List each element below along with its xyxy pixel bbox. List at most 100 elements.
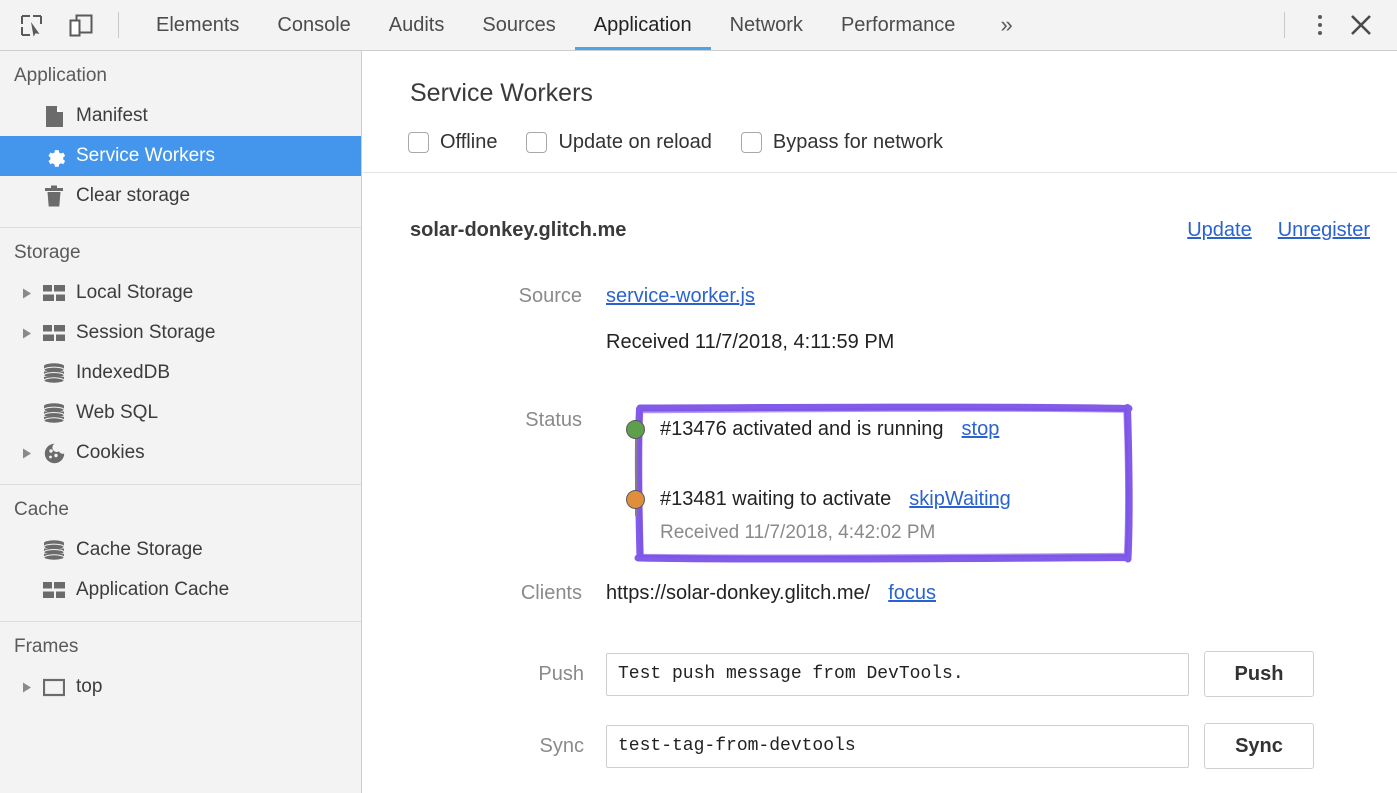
sidebar-item-local-storage[interactable]: Local Storage: [0, 273, 361, 313]
expand-arrow-icon[interactable]: [22, 448, 40, 459]
device-toolbar-icon[interactable]: [62, 6, 100, 44]
status-text-active: #13476 activated and is running: [660, 418, 944, 441]
option-label: Bypass for network: [773, 131, 943, 154]
tab-console[interactable]: Console: [258, 0, 369, 50]
sidebar-section-title-cache: Cache: [0, 485, 361, 530]
sidebar-item-manifest[interactable]: Manifest: [0, 96, 361, 136]
tab-network[interactable]: Network: [711, 0, 822, 50]
status-spacer: [626, 442, 1096, 486]
status-version-list: #13476 activated and is running stop #13…: [606, 402, 1096, 544]
sync-button[interactable]: Sync: [1204, 723, 1314, 769]
sidebar-item-label: Session Storage: [76, 322, 215, 344]
status-received-timestamp: Received 11/7/2018, 4:42:02 PM: [660, 522, 1096, 544]
source-file-link[interactable]: service-worker.js: [606, 285, 755, 308]
database-icon: [40, 363, 68, 384]
push-row: Push Push: [410, 651, 1314, 697]
table-icon: [40, 284, 68, 303]
sidebar-item-label: Manifest: [76, 105, 148, 127]
sidebar-item-label: Cache Storage: [76, 539, 203, 561]
tab-sources[interactable]: Sources: [463, 0, 574, 50]
sidebar-item-web-sql[interactable]: Web SQL: [0, 393, 361, 433]
toolbar-divider-left: [118, 12, 119, 38]
table-icon: [40, 324, 68, 343]
status-dot-waiting: [626, 490, 645, 509]
sidebar-item-label: IndexedDB: [76, 362, 170, 384]
trash-icon: [40, 185, 68, 208]
tab-elements[interactable]: Elements: [137, 0, 258, 50]
database-icon: [40, 540, 68, 561]
focus-link[interactable]: focus: [888, 582, 936, 605]
sidebar-item-top-frame[interactable]: top: [0, 667, 361, 707]
sidebar-item-label: Application Cache: [76, 579, 229, 601]
sidebar-item-label: Cookies: [76, 442, 145, 464]
sidebar-section-frames: Frames top: [0, 622, 361, 718]
source-row: Source service-worker.js: [410, 285, 755, 308]
source-received-timestamp: Received 11/7/2018, 4:11:59 PM: [606, 331, 894, 354]
sidebar-section-title-frames: Frames: [0, 622, 361, 667]
sidebar-item-cache-storage[interactable]: Cache Storage: [0, 530, 361, 570]
status-dot-active: [626, 420, 645, 439]
status-label: Status: [410, 402, 606, 432]
push-input[interactable]: [606, 653, 1189, 696]
database-icon: [40, 403, 68, 424]
tab-performance[interactable]: Performance: [822, 0, 975, 50]
option-update-on-reload[interactable]: Update on reload: [526, 131, 711, 154]
sidebar-section-storage: Storage Local Storage: [0, 228, 361, 484]
sidebar-item-label: Service Workers: [76, 145, 215, 167]
update-link[interactable]: Update: [1187, 219, 1252, 242]
sync-row: Sync Sync: [410, 723, 1314, 769]
client-url: https://solar-donkey.glitch.me/: [606, 582, 870, 605]
expand-arrow-icon[interactable]: [22, 682, 40, 693]
tab-audits[interactable]: Audits: [370, 0, 464, 50]
tab-application[interactable]: Application: [575, 0, 711, 50]
expand-arrow-icon[interactable]: [22, 288, 40, 299]
application-sidebar: Application Manifest Service Workers: [0, 51, 362, 793]
sidebar-item-label: Local Storage: [76, 282, 193, 304]
option-bypass-for-network[interactable]: Bypass for network: [741, 131, 943, 154]
document-icon: [40, 105, 68, 128]
sidebar-section-title-storage: Storage: [0, 228, 361, 273]
service-workers-panel: Service Workers Offline Update on reload…: [363, 51, 1397, 793]
sidebar-item-cookies[interactable]: Cookies: [0, 433, 361, 473]
sidebar-item-application-cache[interactable]: Application Cache: [0, 570, 361, 610]
sidebar-section-application: Application Manifest Service Workers: [0, 51, 361, 227]
service-worker-registration-header: solar-donkey.glitch.me Update Unregister: [410, 219, 1370, 242]
inspect-element-icon[interactable]: [12, 6, 50, 44]
clients-row: Clients https://solar-donkey.glitch.me/ …: [410, 582, 936, 605]
sidebar-section-title-application: Application: [0, 51, 361, 96]
sidebar-item-clear-storage[interactable]: Clear storage: [0, 176, 361, 216]
bypass-for-network-checkbox[interactable]: [741, 132, 762, 153]
offline-checkbox[interactable]: [408, 132, 429, 153]
sidebar-item-label: Clear storage: [76, 185, 190, 207]
unregister-link[interactable]: Unregister: [1278, 219, 1370, 242]
sync-input[interactable]: [606, 725, 1189, 768]
sidebar-section-cache: Cache Cache Storage: [0, 485, 361, 621]
stop-link[interactable]: stop: [962, 418, 1000, 441]
close-icon[interactable]: [1337, 6, 1385, 44]
gear-icon: [40, 145, 68, 168]
registration-origin: solar-donkey.glitch.me: [410, 219, 626, 242]
more-tabs-icon[interactable]: »: [974, 12, 1034, 38]
skip-waiting-link[interactable]: skipWaiting: [909, 488, 1011, 511]
source-label: Source: [410, 285, 606, 308]
frame-icon: [40, 678, 68, 697]
push-button[interactable]: Push: [1204, 651, 1314, 697]
sidebar-item-service-workers[interactable]: Service Workers: [0, 136, 361, 176]
expand-arrow-icon[interactable]: [22, 328, 40, 339]
cookie-icon: [40, 443, 68, 464]
status-line-waiting: #13481 waiting to activate skipWaiting: [626, 486, 1096, 512]
panel-header-divider: [363, 172, 1397, 173]
kebab-menu-icon[interactable]: [1303, 6, 1337, 44]
sidebar-item-session-storage[interactable]: Session Storage: [0, 313, 361, 353]
option-offline[interactable]: Offline: [408, 131, 497, 154]
clients-label: Clients: [410, 582, 606, 605]
sidebar-item-indexeddb[interactable]: IndexedDB: [0, 353, 361, 393]
sidebar-item-label: Web SQL: [76, 402, 158, 424]
update-on-reload-checkbox[interactable]: [526, 132, 547, 153]
sync-label: Sync: [410, 735, 606, 758]
devtools-toolbar: Elements Console Audits Sources Applicat…: [0, 0, 1397, 51]
toolbar-divider-right: [1284, 12, 1285, 38]
source-received-row: Received 11/7/2018, 4:11:59 PM: [410, 331, 894, 354]
status-line-active: #13476 activated and is running stop: [626, 416, 1096, 442]
table-icon: [40, 581, 68, 600]
